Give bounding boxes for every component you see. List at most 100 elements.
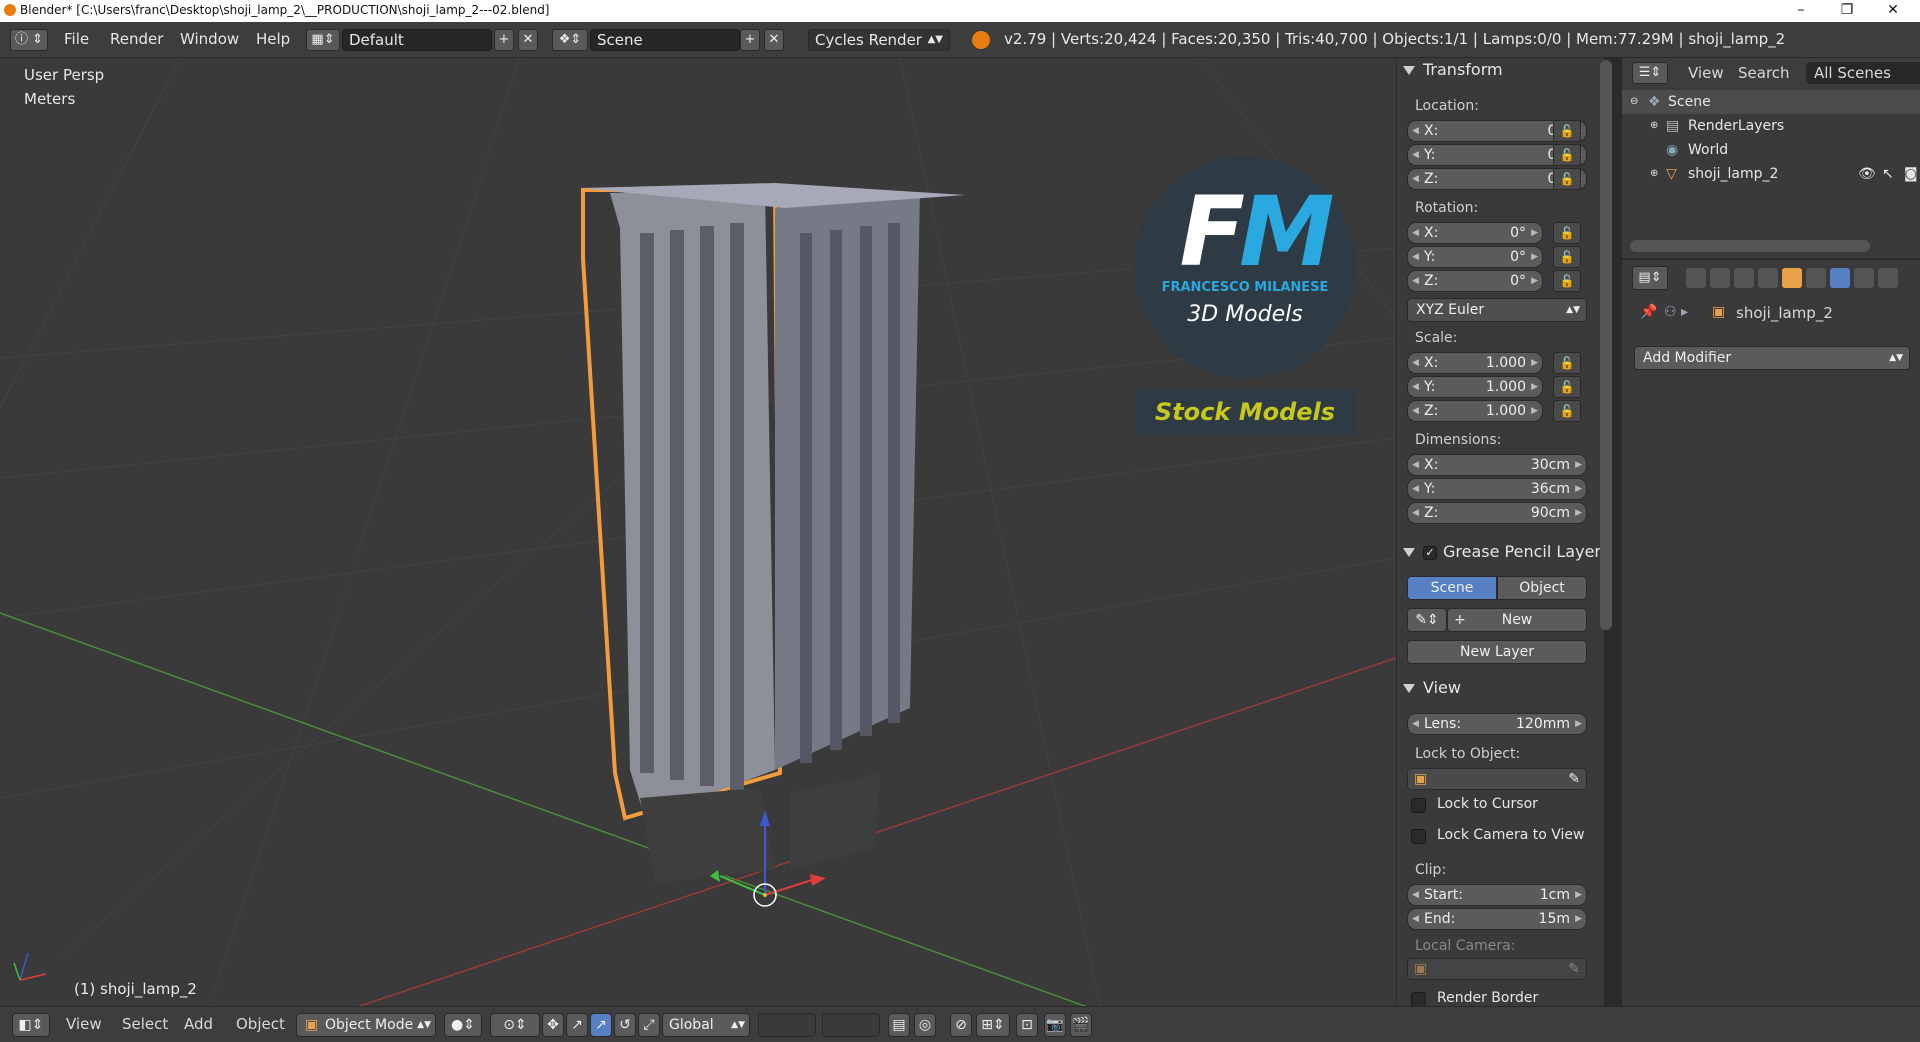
clip-end-field[interactable]: ◀ End: 15m ▶ xyxy=(1407,908,1587,930)
visibility-eye-icon[interactable]: 👁 xyxy=(1858,162,1876,186)
pencil-icon[interactable]: ✎⇕ xyxy=(1407,608,1447,632)
proportional-edit-icon[interactable]: ◎ xyxy=(914,1013,936,1037)
lock-icon[interactable]: 🔓 xyxy=(1553,246,1581,268)
footer-menu-select[interactable]: Select xyxy=(122,1015,168,1033)
lock-icon[interactable]: 🔓 xyxy=(1553,168,1581,190)
data-tab-icon[interactable] xyxy=(1854,268,1874,288)
scene-tab-icon[interactable] xyxy=(1734,268,1754,288)
new-grease-button[interactable]: + New xyxy=(1447,608,1587,632)
viewport-shading-icon[interactable]: ●⇕ xyxy=(444,1013,482,1037)
outliner-row-object[interactable]: ⊕ ▽ shoji_lamp_2 👁 ↖ ◙ xyxy=(1622,162,1920,186)
outliner-filter-select[interactable]: All Scenes xyxy=(1806,62,1920,84)
lock-icon[interactable]: 🔓 xyxy=(1553,270,1581,292)
footer-menu-object[interactable]: Object xyxy=(236,1015,285,1033)
outliner-menu-view[interactable]: View xyxy=(1688,64,1724,82)
scale-x-field[interactable]: ◀ X: 1.000 ▶ xyxy=(1407,352,1543,374)
view-panel-header[interactable]: View xyxy=(1403,678,1461,697)
add-layout-button[interactable]: + xyxy=(494,29,514,51)
rotation-mode-select[interactable]: XYZ Euler ▲▼ xyxy=(1407,298,1587,322)
pin-icon[interactable]: 📌 xyxy=(1640,304,1657,320)
manipulator-translate-active-icon[interactable]: ↗ xyxy=(590,1013,612,1037)
dimension-y-field[interactable]: ◀ Y: 36cm ▶ xyxy=(1407,478,1587,500)
lock-icon[interactable]: 🔓 xyxy=(1553,400,1581,422)
rotation-z-field[interactable]: ◀ Z: 0° ▶ xyxy=(1407,270,1543,292)
add-modifier-select[interactable]: Add Modifier ▲▼ xyxy=(1634,346,1910,370)
pivot-point-icon[interactable]: ⊙⇕ xyxy=(490,1013,540,1037)
grease-pencil-checkbox[interactable]: ✓ xyxy=(1423,545,1437,560)
outliner-menu-search[interactable]: Search xyxy=(1738,64,1790,82)
material-tab-icon[interactable] xyxy=(1878,268,1898,288)
menu-help[interactable]: Help xyxy=(256,29,290,51)
render-tab-icon[interactable] xyxy=(1686,268,1706,288)
world-tab-icon[interactable] xyxy=(1758,268,1778,288)
manipulator-scale-icon[interactable]: ⤢ xyxy=(638,1013,660,1037)
rotation-y-field[interactable]: ◀ Y: 0° ▶ xyxy=(1407,246,1543,268)
outliner-row-renderlayers[interactable]: ⊕ ▤ RenderLayers xyxy=(1622,114,1920,138)
grease-tab-scene[interactable]: Scene xyxy=(1407,576,1497,600)
editor-type-info-button[interactable]: ⓘ ⇕ xyxy=(10,29,48,51)
lens-field[interactable]: ◀ Lens: 120mm ▶ xyxy=(1407,713,1587,735)
lock-icon[interactable]: 🔓 xyxy=(1553,120,1581,142)
editor-type-outliner-icon[interactable]: ☰⇕ xyxy=(1632,62,1668,84)
rotation-x-field[interactable]: ◀ X: 0° ▶ xyxy=(1407,222,1543,244)
lock-icon[interactable]: 🔓 xyxy=(1553,222,1581,244)
dimension-z-field[interactable]: ◀ Z: 90cm ▶ xyxy=(1407,502,1587,524)
opengl-animation-icon[interactable]: 🎬 xyxy=(1070,1013,1092,1037)
editor-type-properties-icon[interactable]: ▤⇕ xyxy=(1632,266,1668,290)
footer-menu-view[interactable]: View xyxy=(66,1015,102,1033)
lock-icon[interactable]: 🔓 xyxy=(1553,144,1581,166)
lock-layers-icon[interactable]: ▤ xyxy=(888,1013,910,1037)
object-tab-icon[interactable] xyxy=(1782,268,1802,288)
footer-menu-add[interactable]: Add xyxy=(184,1015,213,1033)
lock-icon[interactable]: 🔓 xyxy=(1553,376,1581,398)
properties-scrollbar[interactable] xyxy=(1600,60,1612,630)
add-scene-button[interactable]: + xyxy=(740,29,760,51)
lock-object-field[interactable]: ▣ ✎ xyxy=(1407,768,1587,790)
expand-icon[interactable]: ⊕ xyxy=(1650,114,1658,138)
selectable-cursor-icon[interactable]: ↖ xyxy=(1882,162,1894,186)
outliner-row-world[interactable]: ◉ World xyxy=(1622,138,1920,162)
lock-camera-checkbox[interactable] xyxy=(1411,829,1426,844)
new-layer-button[interactable]: New Layer xyxy=(1407,640,1587,664)
scale-z-field[interactable]: ◀ Z: 1.000 ▶ xyxy=(1407,400,1543,422)
scene-name-field[interactable]: Scene xyxy=(590,29,740,51)
eyedropper-icon[interactable]: ✎ xyxy=(1568,769,1580,789)
manipulator-translate-icon[interactable]: ↗ xyxy=(566,1013,588,1037)
remove-layout-button[interactable]: ✕ xyxy=(518,29,538,51)
transform-panel-header[interactable]: Transform xyxy=(1403,60,1503,79)
expand-icon[interactable]: ⊕ xyxy=(1650,162,1658,186)
remove-scene-button[interactable]: ✕ xyxy=(764,29,784,51)
transform-orientation-select[interactable]: Global ▲▼ xyxy=(662,1013,750,1037)
menu-file[interactable]: File xyxy=(64,29,89,51)
snap-target-icon[interactable]: ⊡ xyxy=(1016,1013,1038,1037)
editor-type-3dview-icon[interactable]: ◧⇕ xyxy=(12,1013,50,1037)
manipulator-toggle-icon[interactable]: ✥ xyxy=(542,1013,564,1037)
menu-window[interactable]: Window xyxy=(180,29,239,51)
maximize-button[interactable]: ❐ xyxy=(1824,0,1870,22)
snap-element-icon[interactable]: ⊞⇕ xyxy=(976,1013,1010,1037)
scene-icon[interactable]: ❖⇕ xyxy=(552,29,588,51)
manipulator-rotate-icon[interactable]: ↺ xyxy=(614,1013,636,1037)
scale-y-field[interactable]: ◀ Y: 1.000 ▶ xyxy=(1407,376,1543,398)
outliner-row-scene[interactable]: ⊖ ❖ Scene xyxy=(1622,90,1920,114)
clip-start-field[interactable]: ◀ Start: 1cm ▶ xyxy=(1407,884,1587,906)
lock-to-cursor-checkbox[interactable] xyxy=(1411,798,1426,813)
grease-tab-object[interactable]: Object xyxy=(1497,576,1587,600)
layout-name-field[interactable]: Default xyxy=(342,29,492,51)
minimize-button[interactable]: – xyxy=(1778,0,1824,22)
modifiers-wrench-icon[interactable] xyxy=(1830,268,1850,288)
render-engine-select[interactable]: Cycles Render ▲▼ xyxy=(808,29,950,51)
grease-pencil-panel-header[interactable]: ✓ Grease Pencil Layer xyxy=(1403,542,1601,561)
collapse-icon[interactable]: ⊖ xyxy=(1630,90,1638,114)
render-border-checkbox[interactable] xyxy=(1411,992,1426,1006)
opengl-render-icon[interactable]: 📷 xyxy=(1044,1013,1066,1037)
constraints-tab-icon[interactable] xyxy=(1806,268,1826,288)
layers-grid-2[interactable] xyxy=(822,1013,880,1037)
mode-select[interactable]: ▣ Object Mode ▲▼ xyxy=(296,1013,436,1037)
shoji-lamp-model[interactable] xyxy=(580,183,965,883)
render-layers-tab-icon[interactable] xyxy=(1710,268,1730,288)
layers-grid-1[interactable] xyxy=(758,1013,816,1037)
lock-icon[interactable]: 🔓 xyxy=(1553,352,1581,374)
3d-viewport[interactable]: User Persp Meters (1) shoji_lamp_2 FM FR… xyxy=(0,58,1396,1006)
close-window-button[interactable]: ✕ xyxy=(1870,0,1916,22)
